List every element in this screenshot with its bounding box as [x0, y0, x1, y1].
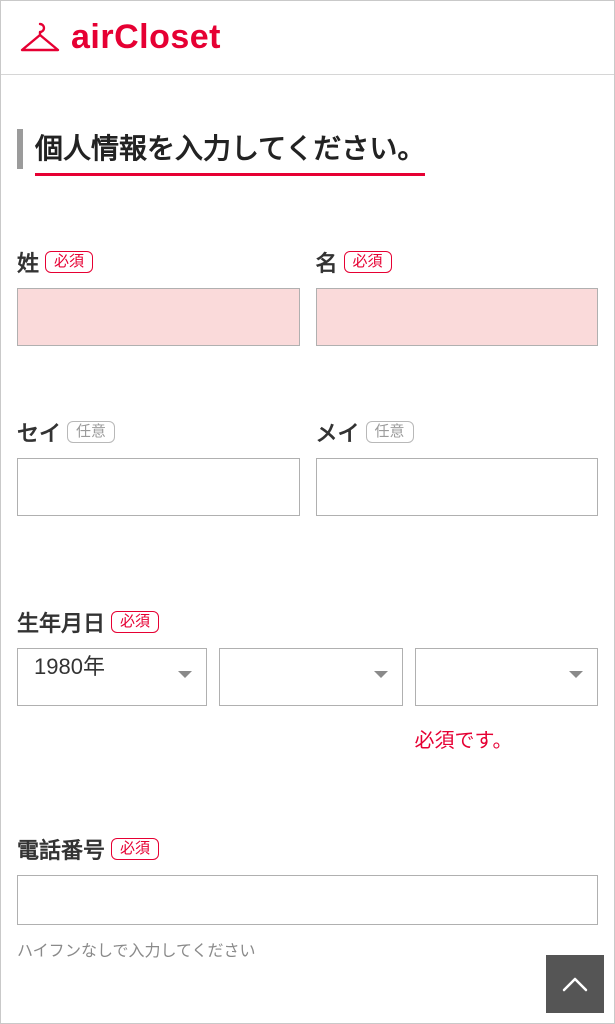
chevron-up-icon [562, 976, 588, 992]
optional-badge: 任意 [366, 421, 414, 443]
phone-label: 電話番号 [17, 833, 105, 865]
last-name-kana-label: セイ [17, 416, 61, 448]
name-section: 姓 必須 名 必須 [17, 246, 598, 346]
header: airCloset [1, 1, 614, 75]
first-name-kana-input[interactable] [316, 458, 599, 516]
phone-section: 電話番号 必須 ハイフンなしで入力してください [17, 833, 598, 961]
last-name-group: 姓 必須 [17, 246, 300, 346]
first-name-kana-label: メイ [316, 416, 360, 448]
birth-day-error: 必須です。 [415, 724, 599, 753]
title-accent-bar [17, 129, 23, 169]
back-to-top-button[interactable] [546, 955, 604, 1013]
brand-name: airCloset [71, 18, 221, 57]
birth-year-select[interactable]: 1980年 [17, 648, 207, 706]
required-badge: 必須 [111, 611, 159, 633]
first-name-label: 名 [316, 246, 338, 278]
first-name-group: 名 必須 [316, 246, 599, 346]
first-name-kana-group: メイ 任意 [316, 416, 599, 516]
birth-month-select[interactable] [219, 648, 403, 706]
last-name-kana-group: セイ 任意 [17, 416, 300, 516]
last-name-label: 姓 [17, 246, 39, 278]
birth-year-wrap: 1980年 [17, 648, 207, 706]
last-name-kana-input[interactable] [17, 458, 300, 516]
phone-input[interactable] [17, 875, 598, 925]
main-content: 個人情報を入力してください。 姓 必須 名 必須 [1, 75, 614, 961]
birth-day-select[interactable] [415, 648, 599, 706]
first-name-input[interactable] [316, 288, 599, 346]
hanger-icon [19, 20, 61, 56]
birthdate-section: 生年月日 必須 1980年 [17, 606, 598, 753]
birth-day-wrap [415, 648, 599, 706]
required-badge: 必須 [111, 838, 159, 860]
birth-month-wrap [219, 648, 403, 706]
brand-logo[interactable]: airCloset [19, 18, 221, 57]
last-name-input[interactable] [17, 288, 300, 346]
required-badge: 必須 [45, 251, 93, 273]
birthdate-label: 生年月日 [17, 606, 105, 638]
optional-badge: 任意 [67, 421, 115, 443]
phone-helper: ハイフンなしで入力してください [17, 937, 598, 961]
kana-section: セイ 任意 メイ 任意 [17, 416, 598, 516]
required-badge: 必須 [344, 251, 392, 273]
page-title-wrap: 個人情報を入力してください。 [17, 127, 598, 176]
page-title: 個人情報を入力してください。 [35, 127, 425, 176]
page-frame: airCloset 個人情報を入力してください。 姓 必須 名 [0, 0, 615, 1024]
